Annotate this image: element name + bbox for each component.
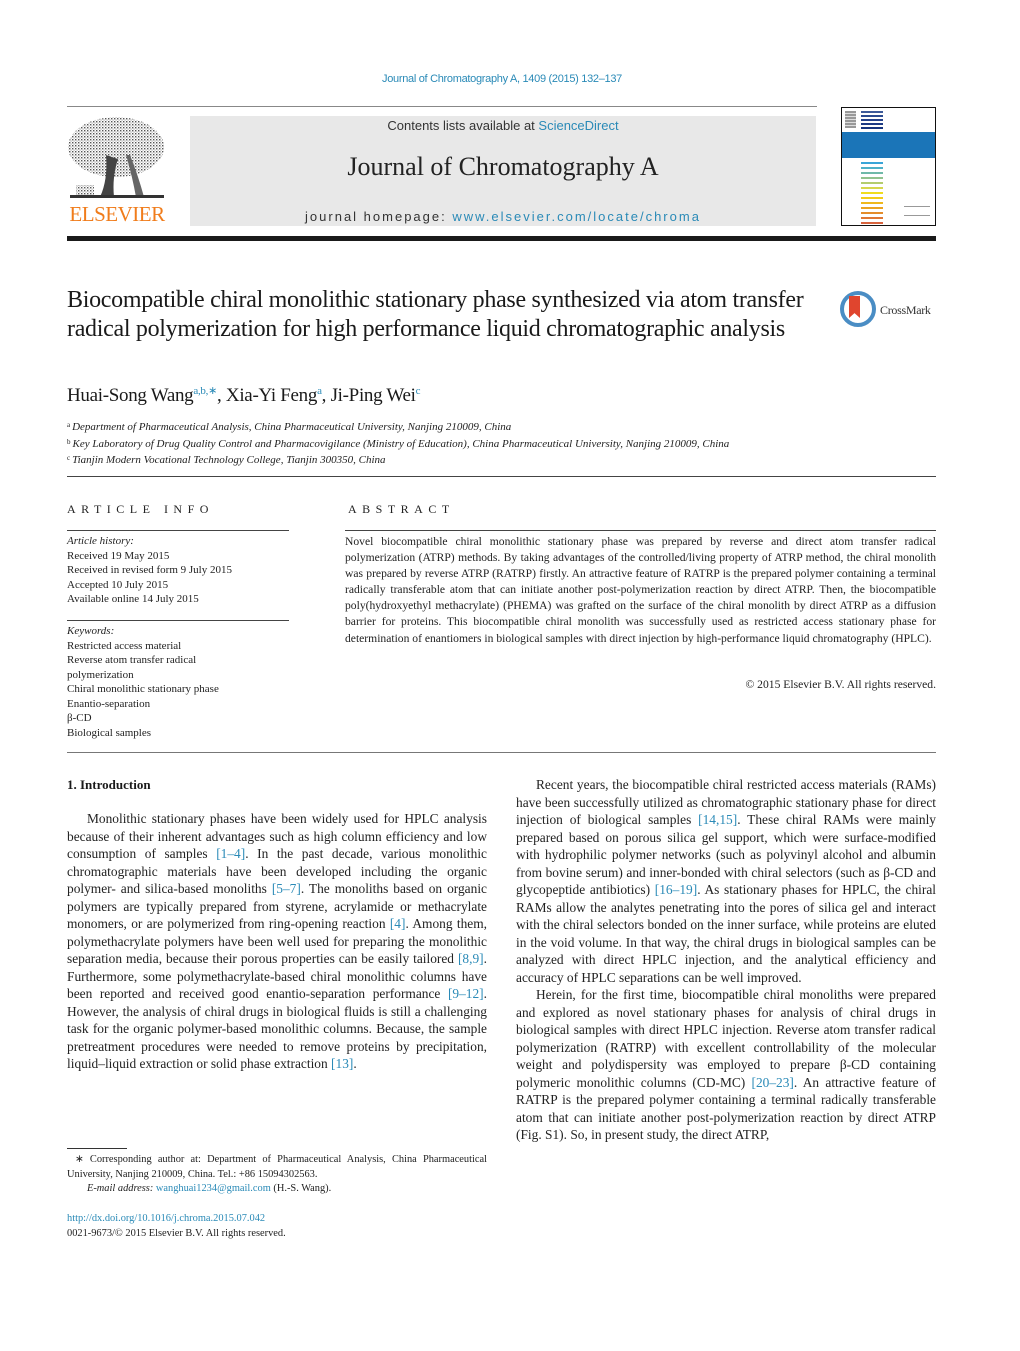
keyword-item: Restricted access material (67, 639, 182, 652)
citation-reference-link[interactable]: [9–12] (448, 986, 484, 1001)
author-separator: , (321, 385, 331, 406)
elsevier-wordmark: ELSEVIER (69, 202, 165, 226)
contents-prefix: Contents lists available at (387, 118, 539, 133)
author-name[interactable]: Ji-Ping Wei (331, 385, 416, 406)
elsevier-tree-icon (68, 117, 164, 198)
affiliation-text: Tianjin Modern Vocational Technology Col… (72, 454, 386, 466)
keyword-item: Reverse atom transfer radical polymeriza… (67, 654, 197, 681)
affiliation-list: a Department of Pharmaceutical Analysis, … (67, 418, 729, 468)
keywords-list: Keywords: Restricted access material Rev… (67, 624, 289, 740)
cover-stripes-bottom (861, 162, 883, 225)
journal-homepage-line: journal homepage: www.elsevier.com/locat… (190, 209, 816, 224)
article-history: Article history: Received 19 May 2015 Re… (67, 534, 232, 607)
history-item: Accepted 10 July 2015 (67, 578, 169, 591)
abstract-copyright: © 2015 Elsevier B.V. All rights reserved… (745, 678, 936, 691)
crossmark-badge[interactable]: CrossMark (840, 291, 940, 329)
cover-publisher-mark (904, 206, 930, 216)
cover-title-band (842, 132, 935, 158)
footnote-divider (67, 1148, 127, 1149)
elsevier-logo[interactable]: ELSEVIER (66, 115, 168, 227)
email-link[interactable]: wanghuai1234@gmail.com (156, 1183, 271, 1194)
keyword-item: Enantio-separation (67, 697, 151, 710)
homepage-prefix: journal homepage: (305, 209, 453, 224)
history-item: Received in revised form 9 July 2015 (67, 564, 232, 576)
corresponding-author-footnote: ∗ Corresponding author at: Department of… (67, 1153, 487, 1197)
citation-reference-link[interactable]: [13] (331, 1056, 353, 1071)
author-affiliation-marks[interactable]: c (416, 385, 421, 397)
history-item: Received 19 May 2015 (67, 549, 170, 562)
affiliation-item: c Tianjin Modern Vocational Technology Co… (67, 451, 729, 468)
divider (67, 476, 936, 477)
divider (345, 530, 936, 531)
author-name[interactable]: Huai-Song Wang (67, 385, 194, 406)
keywords-label: Keywords: (67, 625, 115, 637)
affiliation-text: Department of Pharmaceutical Analysis, C… (72, 421, 512, 433)
divider (67, 752, 936, 753)
header-thick-divider (67, 236, 936, 241)
body-column-left: Monolithic stationary phases have been w… (67, 810, 487, 1073)
article-info-heading: ARTICLE INFO (67, 502, 214, 516)
citation-reference-link[interactable]: [1–4] (216, 846, 245, 861)
abstract-heading: ABSTRACT (348, 502, 455, 516)
doi-block: http://dx.doi.org/10.1016/j.chroma.2015.… (67, 1212, 286, 1241)
body-paragraph: Herein, for the first time, biocompatibl… (516, 987, 936, 1142)
divider (67, 530, 289, 531)
body-column-right: Recent years, the biocompatible chiral r… (516, 776, 936, 1144)
crossmark-label: CrossMark (880, 303, 931, 317)
body-paragraph: Monolithic stationary phases have been w… (67, 811, 488, 1071)
divider (67, 620, 289, 621)
sciencedirect-link[interactable]: ScienceDirect (538, 118, 618, 133)
author-affiliation-marks[interactable]: a,b,∗ (193, 385, 217, 397)
article-title: Biocompatible chiral monolithic stationa… (67, 287, 804, 342)
cover-qr-icon (845, 111, 856, 128)
citation-reference-link[interactable]: [4] (390, 916, 406, 931)
affiliation-mark: b (67, 437, 71, 446)
author-name[interactable]: Xia-Yi Feng (226, 385, 317, 406)
cover-stripes-top (861, 111, 883, 131)
journal-masthead: Contents lists available at ScienceDirec… (190, 116, 816, 226)
affiliation-text: Key Laboratory of Drug Quality Control a… (72, 437, 730, 450)
header-divider (67, 106, 817, 107)
history-label: Article history: (67, 535, 134, 547)
author-separator: , (217, 385, 226, 406)
citation-reference-link[interactable]: [14,15] (698, 812, 737, 827)
author-list: Huai-Song Wanga,b,∗, Xia-Yi Fenga, Ji-Pi… (67, 384, 421, 407)
history-item: Available online 14 July 2015 (67, 593, 199, 605)
abstract-text: Novel biocompatible chiral monolithic st… (345, 535, 936, 645)
keyword-item: Biological samples (67, 726, 152, 739)
doi-link[interactable]: http://dx.doi.org/10.1016/j.chroma.2015.… (67, 1212, 286, 1227)
journal-title[interactable]: Journal of Chromatography A (190, 152, 816, 182)
email-suffix: (H.-S. Wang). (270, 1183, 332, 1194)
affiliation-mark: a (67, 421, 71, 429)
keyword-item: β-CD (67, 712, 92, 724)
affiliation-mark: c (67, 454, 71, 462)
citation-reference-link[interactable]: [16–19] (655, 882, 697, 897)
body-paragraph: Recent years, the biocompatible chiral r… (516, 777, 936, 985)
email-line: E-mail address: wanghuai1234@gmail.com (… (67, 1182, 487, 1197)
citation-reference-link[interactable]: [5–7] (272, 881, 301, 896)
journal-citation-link[interactable]: Journal of Chromatography A, 1409 (2015)… (0, 73, 1004, 85)
corresponding-author-text: ∗ Corresponding author at: Department of… (67, 1154, 487, 1180)
journal-cover-thumbnail[interactable] (841, 107, 936, 226)
citation-reference-link[interactable]: [20–23] (752, 1075, 794, 1090)
email-label: E-mail address: (87, 1183, 156, 1194)
journal-homepage-link[interactable]: www.elsevier.com/locate/chroma (452, 209, 701, 224)
section-heading-introduction: 1. Introduction (67, 777, 151, 792)
contents-available-line: Contents lists available at ScienceDirec… (190, 118, 816, 133)
affiliation-item: b Key Laboratory of Drug Quality Control … (67, 435, 729, 452)
issn-copyright: 0021-9673/© 2015 Elsevier B.V. All right… (67, 1227, 286, 1239)
keyword-item: Chiral monolithic stationary phase (67, 683, 219, 695)
affiliation-item: a Department of Pharmaceutical Analysis, … (67, 418, 729, 435)
citation-reference-link[interactable]: [8,9] (458, 951, 484, 966)
